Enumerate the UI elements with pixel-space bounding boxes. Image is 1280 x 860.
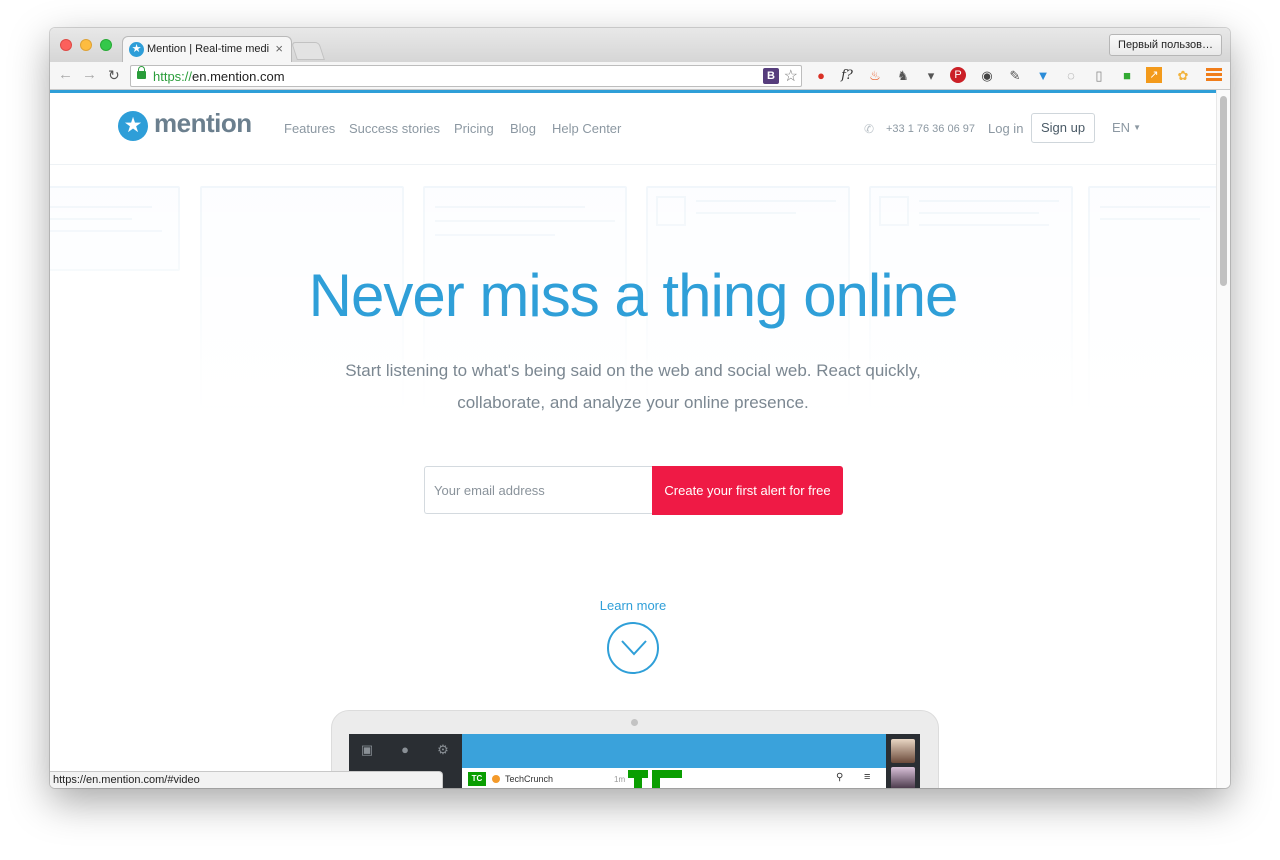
profile-button[interactable]: Первый пользов…: [1109, 34, 1222, 56]
list-menu-icon: ≡: [864, 771, 871, 783]
techcrunch-large-logo: [628, 770, 684, 788]
reload-icon[interactable]: ↻: [108, 67, 120, 84]
language-selector[interactable]: EN ▼: [1112, 120, 1141, 135]
url-text: https://en.mention.com: [153, 69, 285, 84]
url-host: en.mention.com: [192, 69, 285, 84]
chevron-down-icon[interactable]: [607, 622, 659, 674]
evernote-extension-icon[interactable]: ♞: [894, 67, 912, 85]
address-bar[interactable]: https://en.mention.com B ☆: [130, 65, 802, 87]
tab-title: Mention | Real-time media: [147, 43, 269, 55]
app-avatar-column: [886, 734, 920, 788]
hero-subline-line-1: Start listening to what's being said on …: [345, 361, 921, 380]
url-scheme: https://: [153, 69, 193, 84]
phone-number: +33 1 76 36 06 97: [886, 123, 975, 135]
source-name: TechCrunch: [505, 774, 554, 784]
new-tab-button[interactable]: [291, 42, 325, 60]
tab-close-icon[interactable]: ×: [275, 41, 283, 56]
vpn-extension-icon[interactable]: ▼: [1034, 67, 1052, 85]
create-alert-button[interactable]: Create your first alert for free: [652, 466, 843, 515]
hero-subline-line-2: collaborate, and analyze your online pre…: [457, 393, 809, 412]
sync-extension-icon[interactable]: ◌: [1062, 67, 1080, 85]
minimize-window-button[interactable]: [80, 39, 92, 51]
eyedropper-extension-icon[interactable]: ✎: [1006, 67, 1024, 85]
nav-pricing[interactable]: Pricing: [454, 121, 494, 136]
hamburger-menu-icon[interactable]: [1206, 66, 1222, 84]
bookmark-star-icon[interactable]: ☆: [784, 66, 798, 86]
tracker-extension-icon[interactable]: ■: [1118, 67, 1136, 85]
source-time: 1m: [614, 775, 626, 784]
avatar: [891, 739, 915, 763]
nav-help-center[interactable]: Help Center: [552, 121, 621, 136]
language-label: EN: [1112, 120, 1131, 135]
email-input[interactable]: [424, 466, 653, 514]
nav-blog[interactable]: Blog: [510, 121, 536, 136]
login-link[interactable]: Log in: [988, 121, 1023, 136]
mention-favicon-icon: ★: [129, 42, 144, 57]
mention-star-icon[interactable]: ★: [118, 111, 148, 141]
tab-strip: ★ Mention | Real-time media × Первый пол…: [50, 28, 1230, 62]
search-icon: ⚲: [836, 772, 844, 783]
camera-extension-icon[interactable]: ◉: [978, 67, 996, 85]
whatfont-extension-icon[interactable]: f?: [838, 67, 856, 85]
users-icon: ●: [401, 742, 409, 757]
close-window-button[interactable]: [60, 39, 72, 51]
nav-success-stories[interactable]: Success stories: [349, 121, 440, 136]
nav-features[interactable]: Features: [284, 121, 335, 136]
learn-more-link[interactable]: Learn more: [50, 598, 1216, 613]
hero-subline: Start listening to what's being said on …: [333, 355, 933, 419]
app-top-bar: [462, 734, 886, 768]
techcrunch-logo: TC: [468, 772, 486, 786]
paw-extension-icon[interactable]: ✿: [1174, 67, 1192, 85]
caret-down-icon: ▼: [1133, 123, 1141, 132]
settings-gear-icon: ⚙: [437, 742, 449, 757]
scrollbar-thumb[interactable]: [1220, 96, 1227, 286]
phone-icon: ✆: [864, 122, 875, 136]
fire-extension-icon[interactable]: ♨: [866, 67, 884, 85]
signup-button[interactable]: Sign up: [1031, 113, 1095, 143]
reader-extension-icon[interactable]: ▯: [1090, 67, 1108, 85]
status-bar-url: https://en.mention.com/#video: [50, 771, 443, 788]
app-mention-list: TC TechCrunch 1m ⚲ ≡: [462, 768, 886, 788]
rss-icon: [492, 775, 500, 783]
page-scrollbar[interactable]: [1216, 90, 1230, 788]
browser-window: ★ Mention | Real-time media × Первый пол…: [50, 28, 1230, 788]
zoom-window-button[interactable]: [100, 39, 112, 51]
adblock-extension-icon[interactable]: ●: [812, 67, 830, 85]
pinterest-extension-icon[interactable]: P: [950, 67, 966, 83]
chart-extension-icon[interactable]: ↗: [1146, 67, 1162, 83]
hero-headline: Never miss a thing online: [308, 262, 959, 329]
forward-arrow-icon[interactable]: →: [82, 66, 97, 83]
lock-icon: [137, 66, 146, 79]
browser-tab[interactable]: ★ Mention | Real-time media ×: [122, 36, 292, 62]
laptop-camera: [631, 719, 638, 726]
avatar: [891, 767, 915, 788]
bootstrap-extension-icon[interactable]: B: [763, 68, 779, 84]
logo-text[interactable]: mention: [154, 108, 252, 139]
browser-toolbar: ← → ↻ https://en.mention.com B ☆ ● f? ♨ …: [50, 62, 1230, 90]
site-header: ★ mention Features Success stories Prici…: [50, 93, 1216, 165]
webpage: ★ mention Features Success stories Prici…: [50, 93, 1216, 788]
pocket-extension-icon[interactable]: ▾: [922, 67, 940, 85]
inbox-icon: ▣: [360, 742, 374, 757]
back-arrow-icon[interactable]: ←: [58, 66, 73, 83]
